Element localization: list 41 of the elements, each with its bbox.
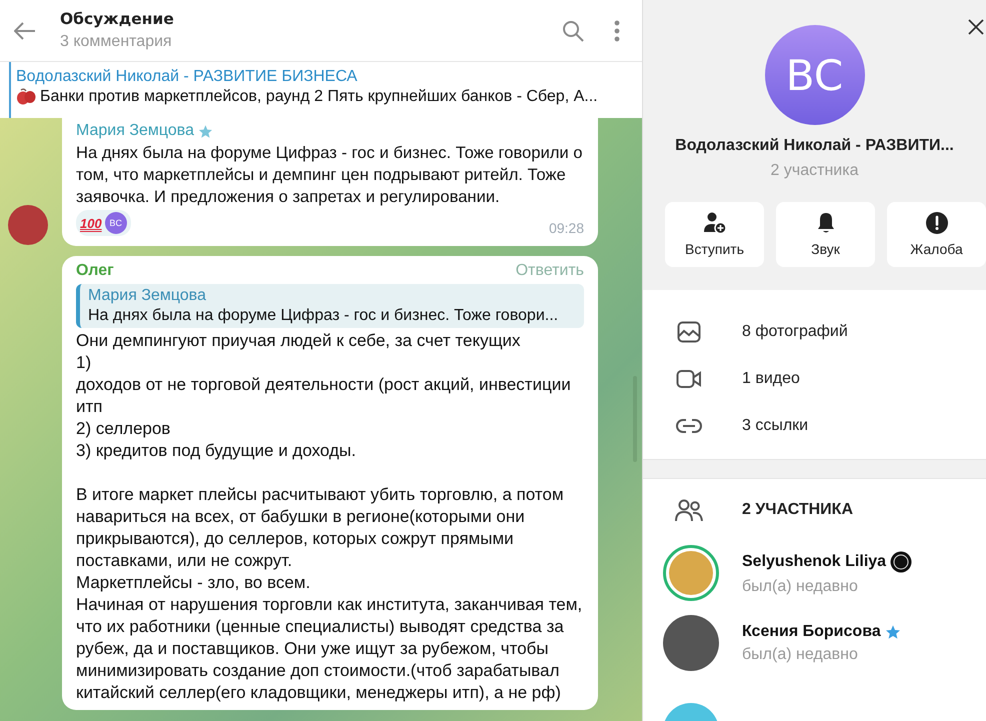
bell-icon xyxy=(816,212,836,234)
add-user-icon xyxy=(702,212,726,234)
member-status: был(а) недавно xyxy=(742,646,859,664)
quoted-author: Мария Земцова xyxy=(88,287,208,305)
join-button[interactable]: Вступить xyxy=(665,202,764,267)
link-icon xyxy=(675,418,703,434)
member-row[interactable]: Selyushenok Liliya был(а) недавно xyxy=(663,545,986,601)
member-count: 2 участника xyxy=(770,162,858,180)
quoted-text: На днях была на форуме Цифраз - гос и бизнес. Тоже говори... xyxy=(88,307,560,325)
video-camera-icon xyxy=(675,368,703,388)
chat-title: Обсуждение xyxy=(60,10,175,28)
reactor-avatar: BC xyxy=(104,212,127,234)
group-name: Водолазский Николай - РАЗВИТИ... xyxy=(675,137,954,155)
group-avatar: BC xyxy=(764,25,864,125)
media-row[interactable]: 3 ссылки xyxy=(675,402,986,449)
message-text: Они демпингуют приучая людей к себе, за счет текущих 1) доходов от не торговой деятельности (рост акций, инвестиции итп 2) селлеров 3) кредитов под будущие и доходы. В итоге маркет плейсы расчитывают убить торговлю, а потом навариться на всех, от бабушки в регионе(которыми они прикрываются), до селлеров, которых сожрут прямыми поставками, или не сожрут. Маркетплейсы - зло, во всем. Начиная от нарушения торговли как института, заканчивая тем, что их работники (ценные специалисты) выводят средства за рубеж, да и поставщиков. Они уже ищут за рубежом, чтобы минимизировать создание доп стоимости.(чтоб зарабатывал китайский селлер(его кладовщики, менеджеры итп), а не рф) xyxy=(76,330,584,704)
warning-icon xyxy=(926,212,948,234)
member-row[interactable]: Ксения Борисова был(а) недавно xyxy=(663,615,986,671)
member-name: Selyushenok Liliya xyxy=(742,552,886,570)
sound-button[interactable]: Звук xyxy=(776,202,875,267)
media-row[interactable]: 1 видео xyxy=(675,355,986,402)
more-icon[interactable] xyxy=(614,20,620,42)
message-time: 09:28 xyxy=(548,220,584,236)
message-text: На днях была на форуме Цифраз - гос и бизнес. Тоже говорили о том, что маркетплейсы и демпинг цен подрывают ритейл. Тоже заявочка. И предложения о запретах и регулировании. xyxy=(76,142,584,208)
reaction-chip[interactable]: 100 BC xyxy=(76,210,131,236)
pinned-text: Банки против маркетплейсов, раунд 2 Пять крупнейших банков - Сбер, А... xyxy=(40,88,598,106)
back-arrow-icon[interactable] xyxy=(14,22,36,40)
close-icon[interactable] xyxy=(968,19,984,35)
member-status: был(а) недавно xyxy=(742,578,859,596)
image-icon xyxy=(675,320,703,342)
members-heading: 2 УЧАСТНИКА xyxy=(742,501,853,519)
report-button[interactable]: Жалоба xyxy=(887,202,986,267)
member-name: Ксения Борисова xyxy=(742,622,881,640)
user-avatar[interactable] xyxy=(8,205,48,245)
pinned-title: Водолазский Николай - РАЗВИТИЕ БИЗНЕСА xyxy=(16,68,358,86)
media-row[interactable]: 8 фотографий xyxy=(675,308,986,355)
comment-count: 3 комментария xyxy=(60,33,173,51)
members-icon xyxy=(675,499,703,521)
search-icon[interactable] xyxy=(562,20,584,42)
reaction-emoji: 100 xyxy=(80,216,102,230)
quoted-reply[interactable]: Мария Земцова На днях была на форуме Цифраз - гос и бизнес. Тоже говори... xyxy=(76,284,584,328)
